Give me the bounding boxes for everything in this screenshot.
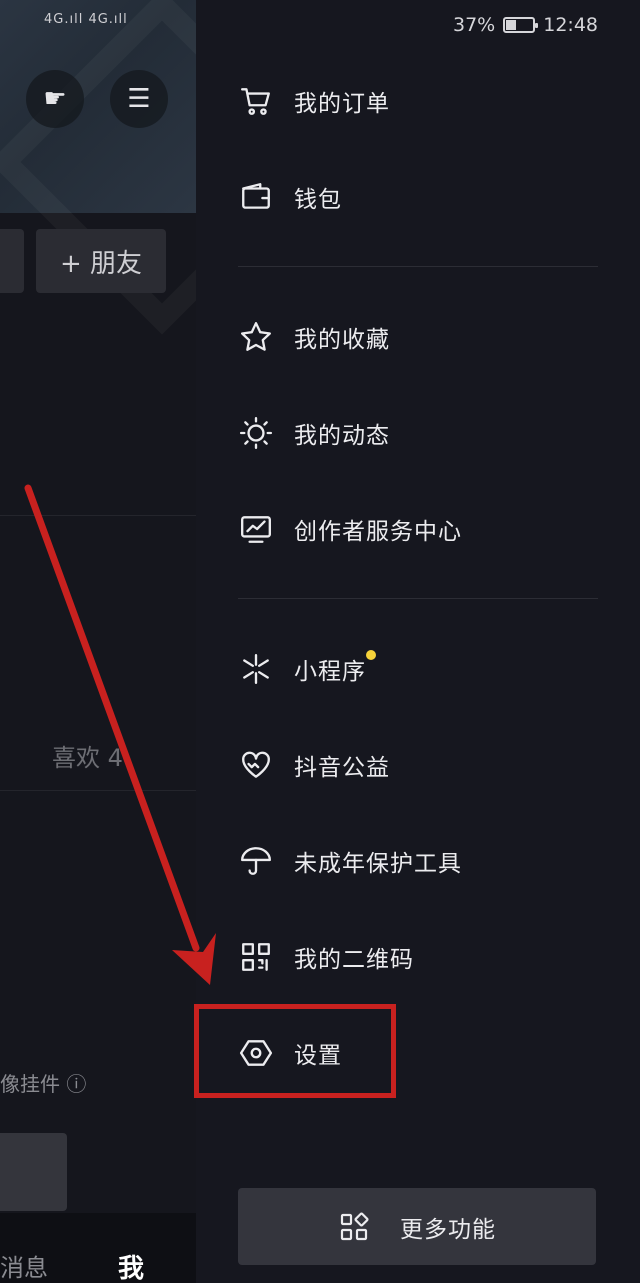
menu-item-label: 我的二维码 [294,947,414,973]
new-badge-dot [366,650,376,660]
menu-item-charity[interactable]: 抖音公益 [238,735,598,795]
thumbnail-placeholder[interactable] [0,1133,67,1211]
menu-item-mini-programs[interactable]: 小程序 [238,639,598,699]
hand-pointer-icon[interactable]: ☛ [26,70,84,128]
menu-item-label: 我的动态 [294,423,390,449]
add-friend-button[interactable]: + 朋友 [36,229,166,293]
widget-hint: 像挂件 ⓘ [0,1072,87,1096]
hamburger-menu-icon[interactable]: ☰ [110,70,168,128]
menu-item-favorites[interactable]: 我的收藏 [238,307,598,367]
menu-item-moments[interactable]: 我的动态 [238,403,598,463]
menu-item-minor-protection[interactable]: 未成年保护工具 [238,831,598,891]
menu-item-label: 小程序 [294,650,376,686]
charity-heart-icon [238,747,274,783]
divider [238,598,598,599]
cart-icon [238,83,274,119]
menu-item-label: 钱包 [294,187,342,213]
tab-messages[interactable]: 消息 [0,1248,48,1283]
battery-percent: 37% [453,14,496,36]
menu-item-qr-code[interactable]: 我的二维码 [238,927,598,987]
tab-me[interactable]: 我 [118,1248,144,1283]
settings-highlight-box [194,1004,396,1098]
mini-program-icon [238,651,274,687]
menu-item-label: 我的订单 [294,91,390,117]
signal-indicator: 4G.ıll 4G.ıll [44,12,128,27]
menu-item-wallet[interactable]: 钱包 [238,167,598,227]
wallet-icon [238,179,274,215]
chart-monitor-icon [238,511,274,547]
umbrella-icon [238,843,274,879]
clock: 12:48 [543,14,598,36]
divider [238,266,598,267]
edit-profile-button[interactable] [0,229,24,293]
menu-item-orders[interactable]: 我的订单 [238,71,598,131]
star-icon [238,319,274,355]
more-features-label: 更多功能 [400,1216,496,1243]
menu-item-label: 抖音公益 [294,755,390,781]
divider [0,515,196,516]
menu-item-label: 创作者服务中心 [294,519,462,545]
tab-likes[interactable]: 喜欢 4 [52,738,123,773]
profile-background: 4G.ıll 4G.ıll ☛ ☰ + 朋友 喜欢 4 像挂件 ⓘ 消息 我 [0,0,196,1283]
status-bar-right: 37% 12:48 [453,14,598,36]
menu-item-label: 我的收藏 [294,327,390,353]
grid-icon [340,1211,369,1240]
menu-item-creator-center[interactable]: 创作者服务中心 [238,499,598,559]
menu-item-label: 未成年保护工具 [294,851,462,877]
qr-code-icon [238,939,274,975]
divider [0,790,196,791]
sun-icon [238,415,274,451]
battery-icon [503,17,539,33]
more-features-button[interactable]: 更多功能 [238,1188,596,1265]
